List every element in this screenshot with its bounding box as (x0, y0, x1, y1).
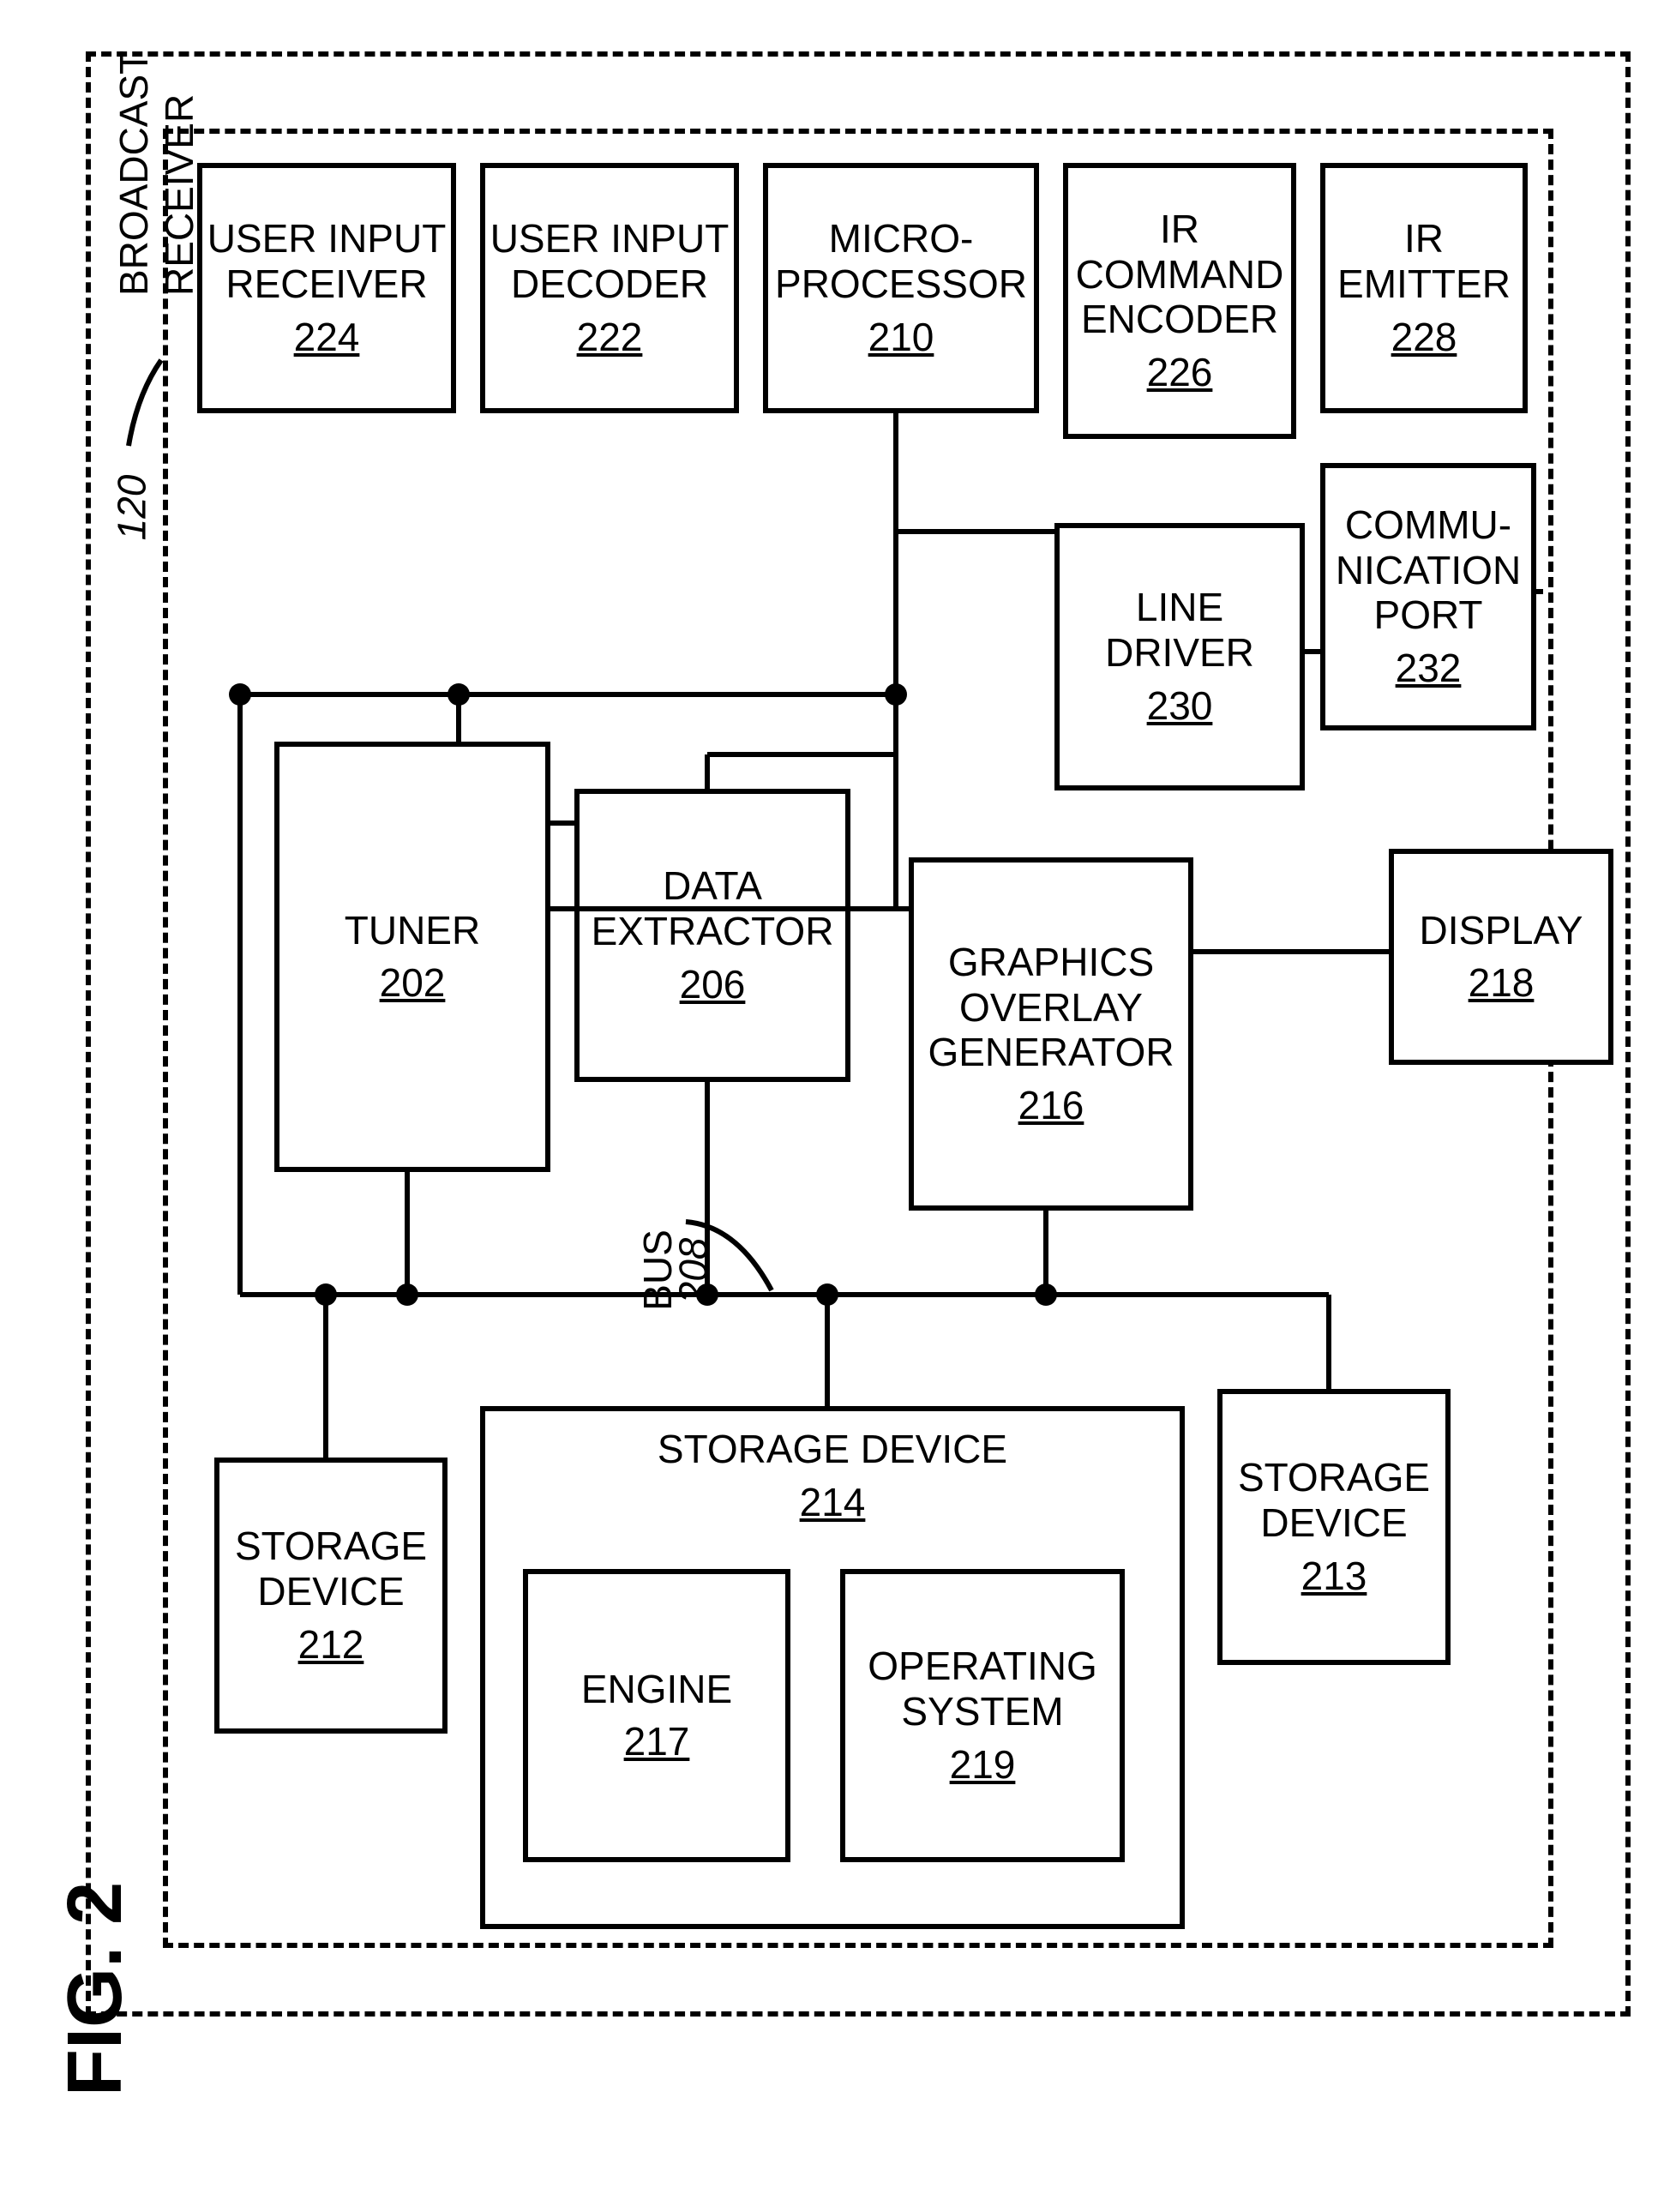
node (885, 683, 907, 706)
node (1035, 1283, 1057, 1306)
node (229, 683, 251, 706)
node (396, 1283, 418, 1306)
node (315, 1283, 337, 1306)
node (448, 683, 470, 706)
node (696, 1283, 718, 1306)
wiring (0, 0, 1676, 2212)
node (816, 1283, 838, 1306)
